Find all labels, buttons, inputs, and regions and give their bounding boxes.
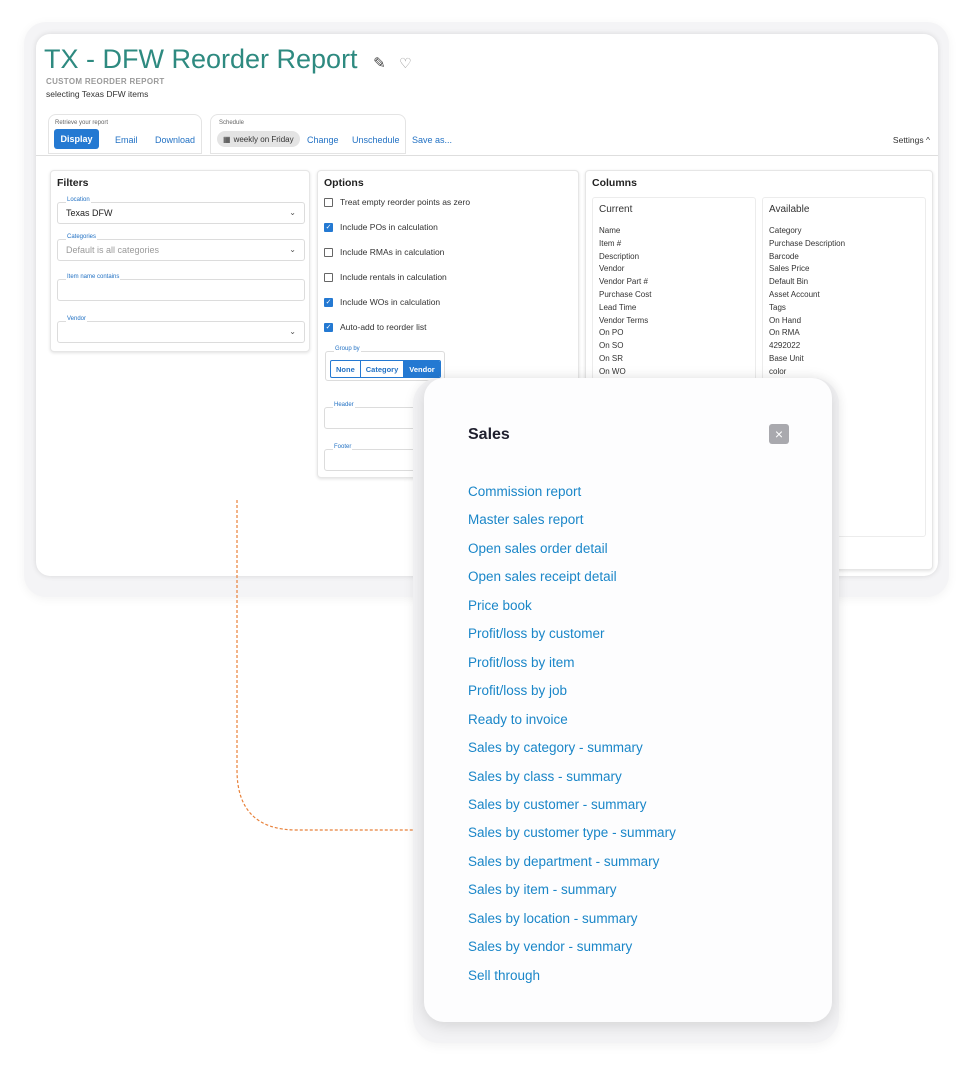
sales-report-link[interactable]: Sales by class - summary (468, 769, 622, 784)
sales-report-link[interactable]: Ready to invoice (468, 712, 568, 727)
sales-report-link[interactable]: Sales by department - summary (468, 854, 659, 869)
sales-report-link[interactable]: Sales by vendor - summary (468, 939, 632, 954)
sales-report-link[interactable]: Open sales order detail (468, 541, 608, 556)
close-icon[interactable]: × (769, 424, 789, 444)
sales-report-link[interactable]: Sales by category - summary (468, 740, 643, 755)
sales-report-link[interactable]: Sales by customer - summary (468, 797, 647, 812)
sales-report-link[interactable]: Master sales report (468, 512, 584, 527)
sales-report-link[interactable]: Open sales receipt detail (468, 569, 617, 584)
sales-report-link[interactable]: Profit/loss by job (468, 683, 567, 698)
sales-report-link[interactable]: Sales by customer type - summary (468, 825, 676, 840)
sales-report-link[interactable]: Price book (468, 598, 532, 613)
sales-report-link[interactable]: Profit/loss by item (468, 655, 575, 670)
sales-report-link[interactable]: Sales by item - summary (468, 882, 617, 897)
sales-popup: Sales × Commission report Master sales re… (424, 378, 832, 1022)
sales-report-link[interactable]: Sell through (468, 968, 540, 983)
sales-report-link[interactable]: Commission report (468, 484, 581, 499)
sales-title: Sales (468, 426, 510, 443)
sales-report-link[interactable]: Sales by location - summary (468, 911, 638, 926)
sales-report-link[interactable]: Profit/loss by customer (468, 626, 605, 641)
connector-path (236, 500, 424, 831)
